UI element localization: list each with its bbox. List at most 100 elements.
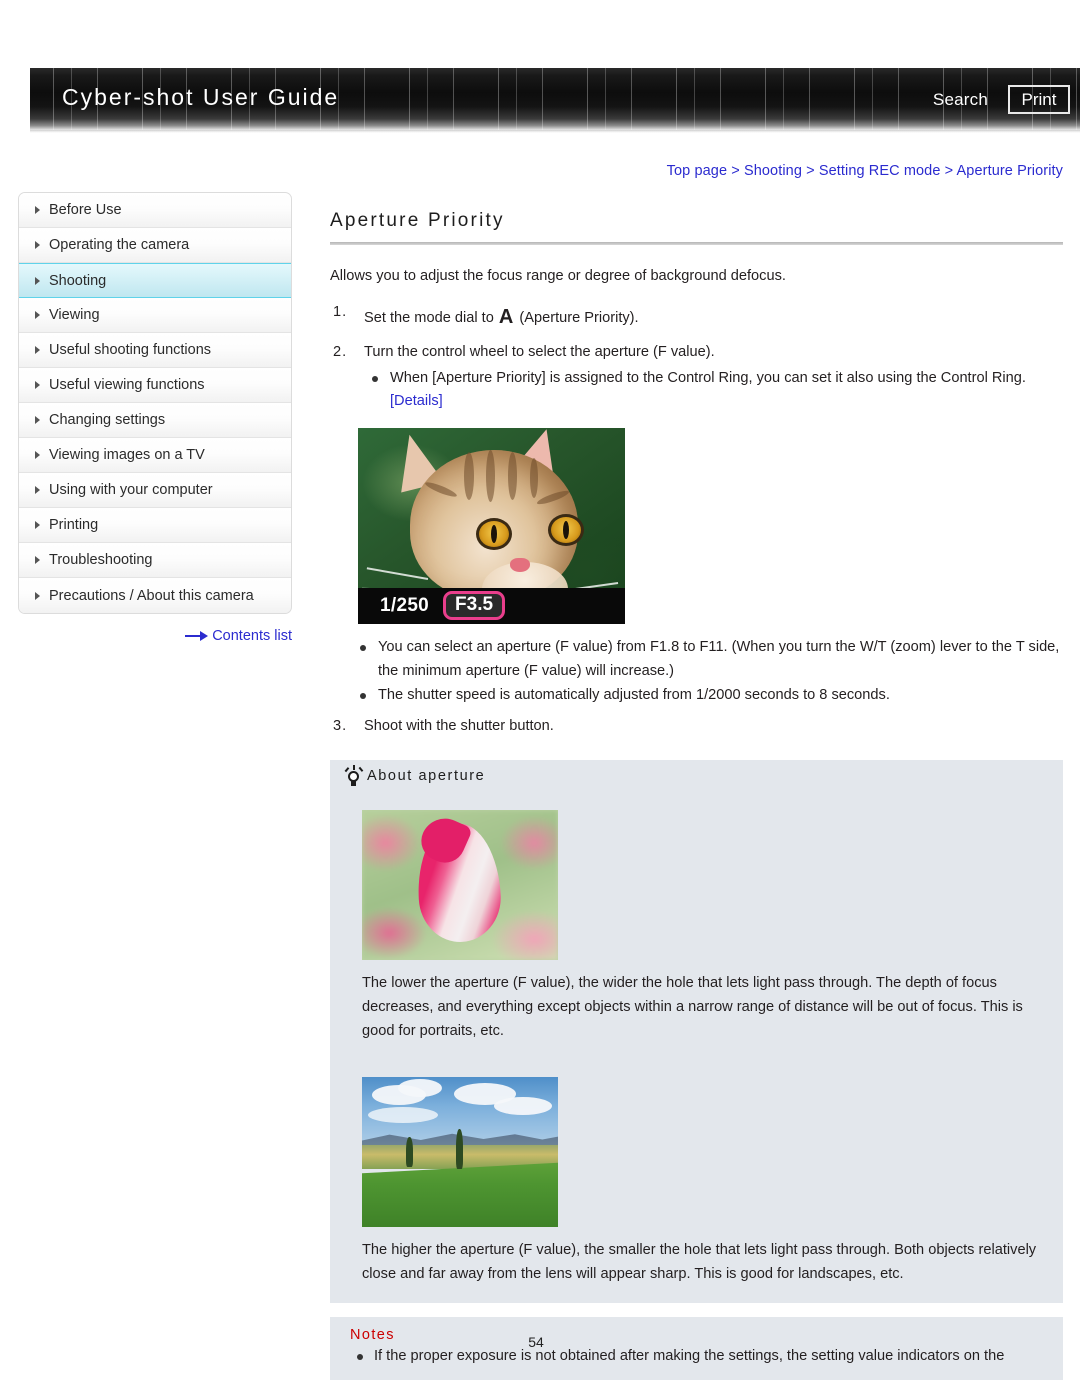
sidebar-item-label: Viewing bbox=[49, 307, 100, 323]
header-underline bbox=[30, 130, 1080, 133]
cat-pupil bbox=[491, 524, 497, 543]
cat-stripe bbox=[530, 457, 538, 498]
about-aperture-title: About aperture bbox=[367, 768, 486, 785]
sidebar-item-label: Changing settings bbox=[49, 412, 166, 428]
about-aperture-body-1: The lower the aperture (F value), the wi… bbox=[330, 792, 1063, 1060]
step-2: 2. Turn the control wheel to select the … bbox=[330, 341, 1063, 414]
step-text-before: Set the mode dial to bbox=[364, 309, 494, 326]
cat-eye-right bbox=[548, 513, 584, 546]
sidebar-item-changing-settings[interactable]: Changing settings bbox=[19, 403, 291, 438]
f-value-indicator: F3.5 bbox=[443, 591, 506, 621]
sidebar-item-label: Shooting bbox=[49, 272, 107, 289]
breadcrumb[interactable]: Top page > Shooting > Setting REC mode >… bbox=[0, 163, 1063, 179]
tulip-photo bbox=[362, 810, 558, 961]
step-text: Turn the control wheel to select the ape… bbox=[364, 344, 715, 360]
arrow-right-icon bbox=[185, 631, 209, 642]
sidebar-item-label: Viewing images on a TV bbox=[49, 447, 205, 463]
contents-list-label: Contents list bbox=[212, 628, 292, 644]
sidebar-item-viewing[interactable]: Viewing bbox=[19, 298, 291, 333]
subbullet: When [Aperture Priority] is assigned to … bbox=[364, 367, 1063, 414]
sidebar-item-label: Precautions / About this camera bbox=[49, 587, 254, 604]
step-3: 3. Shoot with the shutter button. bbox=[330, 715, 1063, 739]
cat-stripe bbox=[464, 451, 474, 500]
sidebar-item-label: Operating the camera bbox=[49, 237, 190, 253]
cat-pupil bbox=[563, 520, 569, 539]
shutter-speed-value: 1/250 bbox=[380, 594, 430, 616]
step-number: 3. bbox=[333, 717, 348, 734]
sidebar-item-operating-the-camera[interactable]: Operating the camera bbox=[19, 228, 291, 263]
chevron-right-icon bbox=[35, 206, 40, 214]
high-aperture-description: The higher the aperture (F value), the s… bbox=[362, 1242, 1037, 1283]
sidebar-item-useful-shooting-functions[interactable]: Useful shooting functions bbox=[19, 333, 291, 368]
mode-dial-a-icon: A bbox=[498, 305, 514, 328]
site-title: Cyber-shot User Guide bbox=[62, 84, 340, 110]
camera-osd-bar: 1/250 F3.5 bbox=[358, 587, 625, 624]
chevron-right-icon bbox=[35, 241, 40, 249]
steps-list-continued: 3. Shoot with the shutter button. bbox=[330, 715, 1063, 739]
sidebar-item-label: Troubleshooting bbox=[49, 552, 153, 568]
sidebar-item-troubleshooting[interactable]: Troubleshooting bbox=[19, 543, 291, 578]
sidebar-item-precautions-about-this-camera[interactable]: Precautions / About this camera bbox=[19, 578, 291, 613]
sidebar-item-shooting[interactable]: Shooting bbox=[19, 263, 291, 298]
sidebar-item-using-with-your-computer[interactable]: Using with your computer bbox=[19, 473, 291, 508]
main-content: Aperture Priority Allows you to adjust t… bbox=[330, 210, 1063, 1380]
chevron-right-icon bbox=[35, 591, 40, 600]
cat-stripe bbox=[486, 449, 495, 502]
sidebar-item-useful-viewing-functions[interactable]: Useful viewing functions bbox=[19, 368, 291, 403]
intro-text: Allows you to adjust the focus range or … bbox=[330, 268, 786, 284]
cat-eye-left bbox=[476, 517, 512, 550]
low-aperture-description: The lower the aperture (F value), the wi… bbox=[362, 975, 1023, 1039]
cypress-tree bbox=[456, 1129, 463, 1170]
tulip-photo-wrap bbox=[362, 804, 1041, 972]
sidebar-item-label: Using with your computer bbox=[49, 482, 213, 498]
details-link[interactable]: [Details] bbox=[390, 393, 443, 409]
sidebar-item-printing[interactable]: Printing bbox=[19, 508, 291, 543]
steps-list: 1. Set the mode dial to A (Aperture Prio… bbox=[330, 301, 1063, 414]
chevron-right-icon bbox=[35, 521, 40, 529]
step-2-subbullets: When [Aperture Priority] is assigned to … bbox=[364, 367, 1063, 414]
bullet-aperture-range: You can select an aperture (F value) fro… bbox=[352, 636, 1063, 683]
after-image-bullets: You can select an aperture (F value) fro… bbox=[352, 636, 1063, 708]
page-title: Aperture Priority bbox=[330, 210, 505, 231]
cypress-tree bbox=[406, 1137, 413, 1168]
step-number: 2. bbox=[333, 344, 348, 360]
camera-screen-photo: 1/250 F3.5 bbox=[358, 427, 625, 624]
chevron-right-icon bbox=[35, 311, 40, 319]
title-divider bbox=[330, 242, 1063, 245]
sidebar-item-before-use[interactable]: Before Use bbox=[19, 193, 291, 228]
step-text: Shoot with the shutter button. bbox=[364, 717, 554, 734]
sidebar-item-label: Before Use bbox=[49, 202, 122, 218]
site-header: Cyber-shot User Guide Search Print bbox=[30, 68, 1080, 133]
about-aperture-header: About aperture bbox=[330, 760, 1063, 793]
chevron-right-icon bbox=[35, 276, 40, 285]
step-text-after: (Aperture Priority). bbox=[519, 309, 639, 326]
chevron-right-icon bbox=[35, 416, 40, 424]
bullet-text: The shutter speed is automatically adjus… bbox=[378, 687, 890, 704]
chevron-right-icon bbox=[35, 451, 40, 459]
search-button[interactable]: Search bbox=[933, 90, 988, 110]
cat-nose bbox=[510, 557, 530, 572]
cat-stripe bbox=[508, 451, 517, 500]
cat-stripe bbox=[535, 488, 571, 507]
landscape-photo-wrap bbox=[362, 1071, 1041, 1239]
subbullet-text: When [Aperture Priority] is assigned to … bbox=[390, 369, 1026, 386]
contents-list-link[interactable]: Contents list bbox=[18, 628, 292, 644]
about-aperture-body-2: The higher the aperture (F value), the s… bbox=[330, 1059, 1063, 1303]
bullet-text: You can select an aperture (F value) fro… bbox=[378, 638, 1060, 679]
print-button[interactable]: Print bbox=[1008, 85, 1070, 114]
sidebar-item-label: Useful viewing functions bbox=[49, 377, 205, 393]
sidebar-item-viewing-images-on-a-tv[interactable]: Viewing images on a TV bbox=[19, 438, 291, 473]
step-number: 1. bbox=[333, 303, 348, 320]
cat-head bbox=[362, 449, 621, 616]
sidebar-item-label: Useful shooting functions bbox=[49, 342, 212, 358]
sidebar-nav: Before Use Operating the camera Shooting… bbox=[18, 192, 292, 614]
bullet-shutter-speed-range: The shutter speed is automatically adjus… bbox=[352, 684, 1063, 708]
sidebar-item-label: Printing bbox=[49, 517, 99, 533]
cat-stripe bbox=[423, 479, 459, 500]
page-number: 54 bbox=[528, 1334, 544, 1350]
chevron-right-icon bbox=[35, 556, 40, 564]
note-text: If the proper exposure is not obtained a… bbox=[374, 1347, 1005, 1364]
step-1: 1. Set the mode dial to A (Aperture Prio… bbox=[330, 301, 1063, 333]
photo-green-field bbox=[362, 1162, 558, 1228]
chevron-right-icon bbox=[35, 381, 40, 389]
